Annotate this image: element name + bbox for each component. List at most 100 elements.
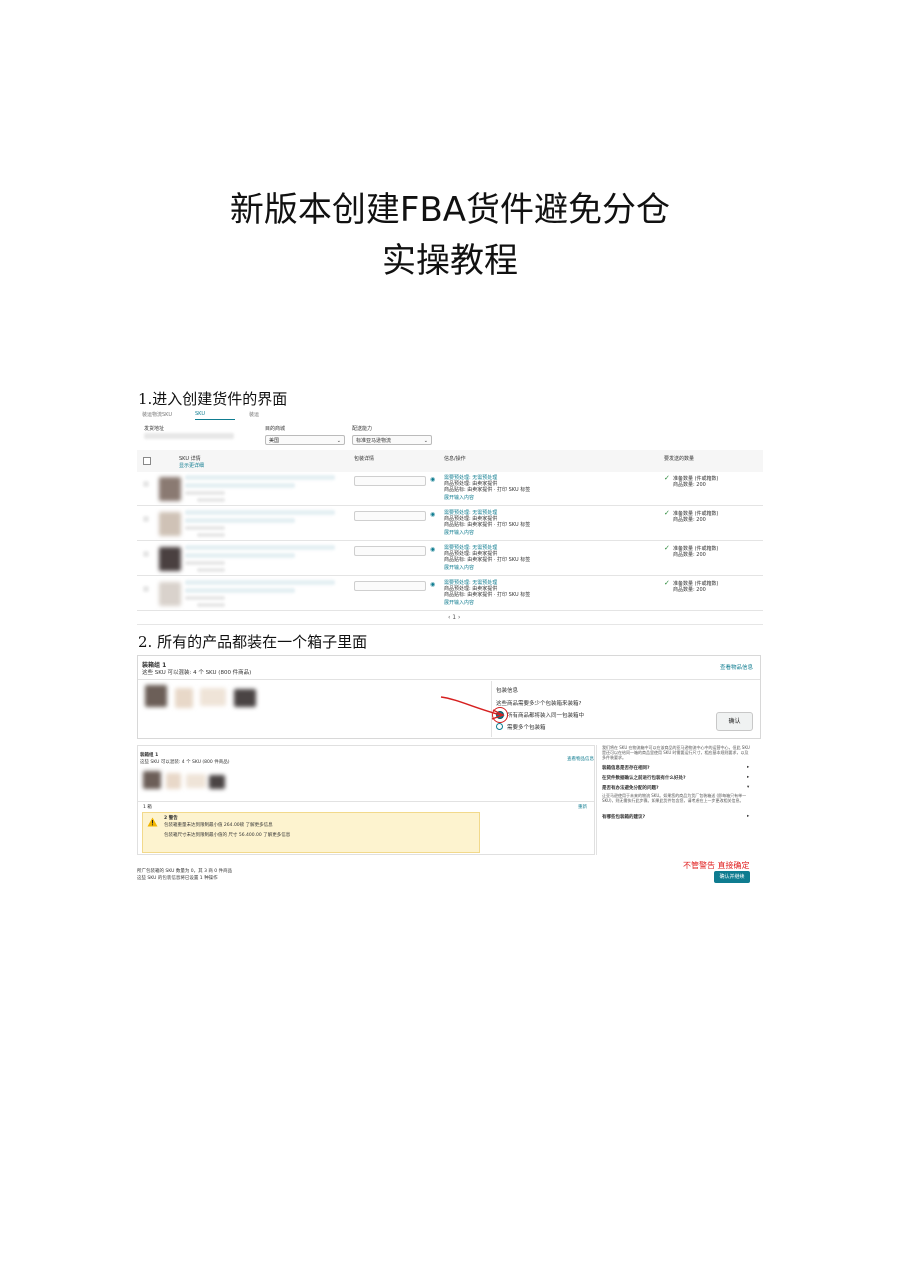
expand-link[interactable]: 展开输入内容 (444, 599, 474, 606)
view-item-info-link[interactable]: 查看物品信息 (720, 663, 753, 671)
fulfillment-label: 配送能力 (352, 426, 373, 432)
warning-weight: 包装箱重量未达到限制最小值 264.00磅 了解更多信息 (164, 823, 273, 828)
tab-shipping[interactable]: 装运物流SKU (142, 411, 172, 418)
row-divider (137, 505, 763, 506)
product-thumbnail (186, 774, 206, 788)
product-thumbnail (159, 477, 181, 501)
active-tab-underline (195, 419, 235, 420)
expand-link[interactable]: 展开输入内容 (444, 494, 474, 501)
col-prep-header: 信息/操作 (444, 456, 466, 462)
faq-item[interactable]: 有哪些包装箱的建议? (602, 814, 645, 820)
handwritten-annotation: 不管警告 直接确定 (683, 861, 750, 870)
product-title-blurred (185, 510, 335, 515)
tab-sku[interactable]: SKU (195, 411, 205, 417)
label-by: 商品贴标: 由卖家提供 · 打印 SKU 标签 (444, 522, 531, 528)
faq-intro: 我们将在 SKU 在物流箱中可以在该商品的亚马逊物流中心中的运营中心，但此 SK… (602, 745, 750, 760)
product-thumbnail (175, 688, 193, 708)
qty-units: 商品数量: 200 (673, 587, 706, 593)
row-checkbox[interactable] (143, 586, 149, 592)
expand-link[interactable]: 展开输入内容 (444, 564, 474, 571)
pack-question: 这些商品需要多少个包装箱来装箱? (496, 701, 582, 707)
product-thumbnail (145, 685, 167, 707)
select-all-checkbox[interactable] (143, 457, 151, 465)
step2-caption: 2. 所有的产品都装在一个箱子里面 (138, 633, 368, 651)
row-checkbox[interactable] (143, 551, 149, 557)
packing-select[interactable] (354, 546, 426, 556)
divider (138, 679, 760, 680)
chevron-down-icon: ⌄ (336, 438, 341, 444)
doc-title-line2: 实操教程 (382, 241, 518, 281)
eye-icon[interactable]: ◉ (430, 476, 435, 483)
origin-address-blurred (144, 433, 234, 439)
product-title-blurred (185, 475, 335, 480)
show-details-link[interactable]: 显示更详细 (179, 462, 204, 469)
col-sku-header: SKU 详情 (179, 456, 201, 462)
product-meta-blurred (185, 491, 225, 495)
box-count: 1 箱 (143, 805, 152, 810)
pack-group2-title: 装箱组 1 (140, 753, 159, 758)
label-by: 商品贴标: 由卖家提供 · 打印 SKU 标签 (444, 487, 531, 493)
marketplace-value: 美国 (269, 438, 280, 444)
product-thumbnail (234, 689, 256, 707)
fulfillment-value: 标准亚马逊物流 (356, 438, 392, 444)
product-thumbnail (143, 771, 161, 789)
expand-link[interactable]: 展开输入内容 (444, 529, 474, 536)
warning-title: 2 警告 (164, 816, 178, 821)
radio-multiple-boxes[interactable] (496, 723, 503, 730)
view-item-info-link-2[interactable]: 查看物品信息 (567, 756, 594, 762)
packing-select[interactable] (354, 581, 426, 591)
product-title-blurred (185, 483, 295, 488)
eye-icon[interactable]: ◉ (430, 581, 435, 588)
packing-select[interactable] (354, 511, 426, 521)
product-meta-blurred (197, 498, 225, 502)
chevron-right-icon: ▸ (747, 775, 750, 780)
chevron-right-icon: ▸ (747, 765, 750, 770)
option-multiple-boxes: 需要多个包装箱 (507, 725, 546, 731)
qty-units: 商品数量: 200 (673, 552, 706, 558)
checkmark-icon: ✓ (664, 509, 670, 517)
edit-link[interactable]: 重新 (578, 804, 587, 810)
faq-item[interactable]: 装箱信息是否存在相同? (602, 765, 650, 771)
col-qty-header: 要发送的数量 (664, 456, 695, 462)
product-title-blurred (185, 518, 295, 523)
product-meta-blurred (185, 526, 225, 530)
confirm-button[interactable]: 确认 (716, 712, 753, 731)
product-meta-blurred (197, 603, 225, 607)
product-thumbnail (159, 512, 181, 536)
checkmark-icon: ✓ (664, 544, 670, 552)
fulfillment-select[interactable]: 标准亚马逊物流 ⌄ (352, 435, 432, 445)
pagination[interactable]: ‹ 1 › (448, 614, 460, 621)
row-checkbox[interactable] (143, 516, 149, 522)
pack-group2-sub: 这些 SKU 可以混装: 4 个 SKU (800 件商品) (140, 760, 230, 765)
product-title-blurred (185, 545, 335, 550)
marketplace-select[interactable]: 美国 ⌄ (265, 435, 345, 445)
footer-summary-2: 这些 SKU 的包装信息将已设置 1 种操作 (137, 876, 218, 881)
divider (138, 801, 594, 802)
confirm-continue-button[interactable]: 确认并继续 (714, 871, 750, 883)
marketplace-label: 目的商城 (265, 426, 286, 432)
chevron-down-icon: ▾ (747, 785, 750, 790)
product-title-blurred (185, 553, 295, 558)
faq-item[interactable]: 在货件数据确认之前进行包装有什么好处? (602, 775, 686, 781)
tab-ship[interactable]: 装运 (249, 411, 259, 418)
red-circle-annotation (492, 707, 508, 723)
product-thumbnail (159, 582, 181, 606)
faq-item[interactable]: 是否有办法避免分配的问题? (602, 785, 659, 791)
row-divider (137, 610, 763, 611)
eye-icon[interactable]: ◉ (430, 546, 435, 553)
label-by: 商品贴标: 由卖家提供 · 打印 SKU 标签 (444, 592, 531, 598)
doc-title-line1: 新版本创建FBA货件避免分仓 (229, 190, 671, 230)
row-checkbox[interactable] (143, 481, 149, 487)
origin-label: 发货地址 (144, 426, 165, 432)
product-meta-blurred (185, 596, 225, 600)
product-title-blurred (185, 580, 335, 585)
checkmark-icon: ✓ (664, 474, 670, 482)
product-thumbnail (209, 775, 225, 789)
packing-select[interactable] (354, 476, 426, 486)
product-meta-blurred (197, 568, 225, 572)
eye-icon[interactable]: ◉ (430, 511, 435, 518)
row-divider (137, 575, 763, 576)
pack-group-screenshot: 装箱组 1 这些 SKU 可以混装: 4 个 SKU (800 件商品) 查看物… (137, 655, 762, 887)
option-single-box: 所有商品都将装入同一包装箱中 (507, 713, 585, 719)
chevron-right-icon: ▸ (747, 814, 750, 819)
